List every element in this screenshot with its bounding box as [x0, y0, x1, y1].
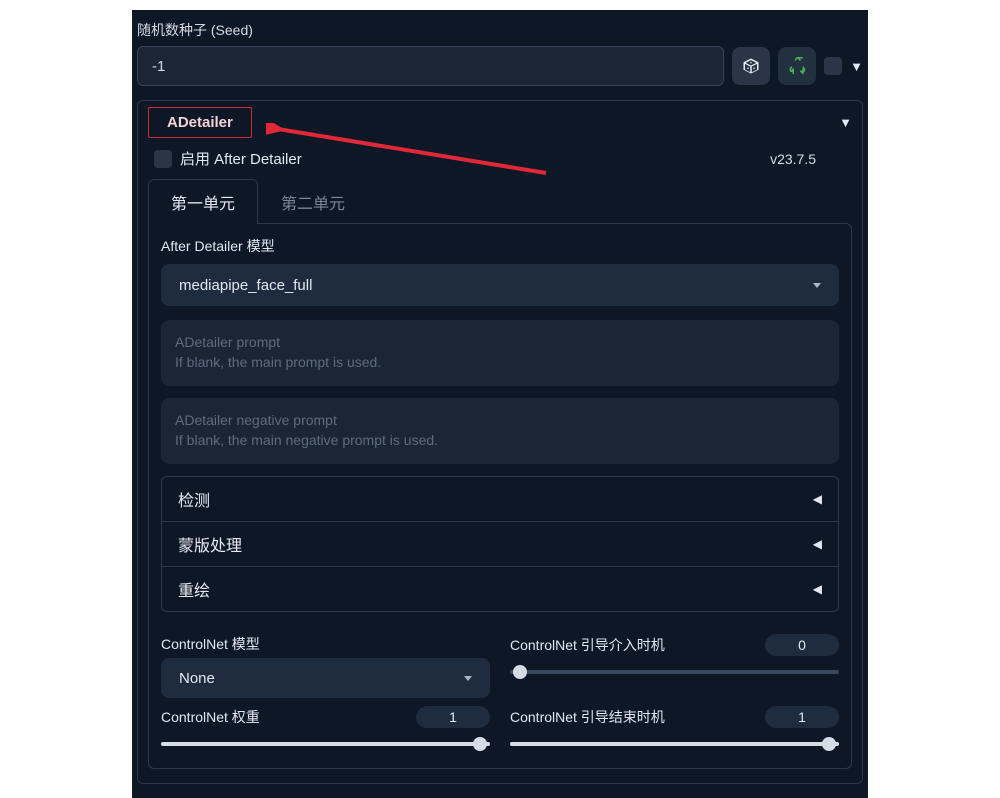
cn-end-slider[interactable]	[510, 736, 839, 752]
recycle-icon	[788, 57, 806, 75]
chevron-down-icon	[464, 676, 472, 681]
cn-weight-label: ControlNet 权重	[161, 707, 260, 727]
accordion-detection-label: 检测	[178, 487, 210, 511]
adetailer-version: v23.7.5	[770, 151, 846, 167]
chevron-left-icon: ◀	[813, 537, 822, 551]
ad-model-label: After Detailer 模型	[161, 236, 839, 256]
enable-adetailer-checkbox[interactable]	[154, 150, 172, 168]
tab-unit-2[interactable]: 第二单元	[258, 179, 368, 224]
cn-start-label: ControlNet 引导介入时机	[510, 635, 665, 655]
accordion-detection[interactable]: 检测 ◀	[161, 476, 839, 522]
enable-adetailer-label: 启用 After Detailer	[180, 148, 302, 169]
adetailer-title: ADetailer	[148, 107, 252, 138]
seed-label: 随机数种子 (Seed)	[132, 20, 868, 40]
ad-model-select[interactable]: mediapipe_face_full	[161, 264, 839, 306]
ad-negative-prompt-input[interactable]: ADetailer negative prompt If blank, the …	[161, 398, 839, 464]
cn-model-label: ControlNet 模型	[161, 634, 490, 654]
chevron-down-icon	[813, 283, 821, 288]
seed-more-toggle[interactable]: ▼	[850, 59, 863, 74]
dice-icon	[742, 57, 760, 75]
adetailer-collapse-toggle[interactable]: ▼	[839, 115, 852, 130]
accordion-inpaint-label: 重绘	[178, 577, 210, 601]
cn-weight-value[interactable]: 1	[416, 706, 490, 728]
chevron-left-icon: ◀	[813, 582, 822, 596]
accordion-mask-label: 蒙版处理	[178, 532, 242, 556]
cn-start-value[interactable]: 0	[765, 634, 839, 656]
cn-weight-slider[interactable]	[161, 736, 490, 752]
tab-unit-1[interactable]: 第一单元	[148, 179, 258, 224]
random-seed-button[interactable]	[732, 47, 770, 85]
accordion-mask[interactable]: 蒙版处理 ◀	[161, 522, 839, 567]
chevron-left-icon: ◀	[813, 492, 822, 506]
cn-model-select[interactable]: None	[161, 658, 490, 698]
ad-model-value: mediapipe_face_full	[179, 277, 312, 294]
seed-input[interactable]	[137, 46, 724, 86]
cn-end-value[interactable]: 1	[765, 706, 839, 728]
accordion-inpaint[interactable]: 重绘 ◀	[161, 567, 839, 612]
cn-start-slider[interactable]	[510, 664, 839, 680]
adetailer-panel: ADetailer ▼ 启用 After Detailer v23.7.5 第一…	[137, 100, 863, 784]
cn-end-label: ControlNet 引导结束时机	[510, 707, 665, 727]
seed-extra-checkbox[interactable]	[824, 57, 842, 75]
cn-model-value: None	[179, 670, 215, 687]
ad-prompt-input[interactable]: ADetailer prompt If blank, the main prom…	[161, 320, 839, 386]
reuse-seed-button[interactable]	[778, 47, 816, 85]
